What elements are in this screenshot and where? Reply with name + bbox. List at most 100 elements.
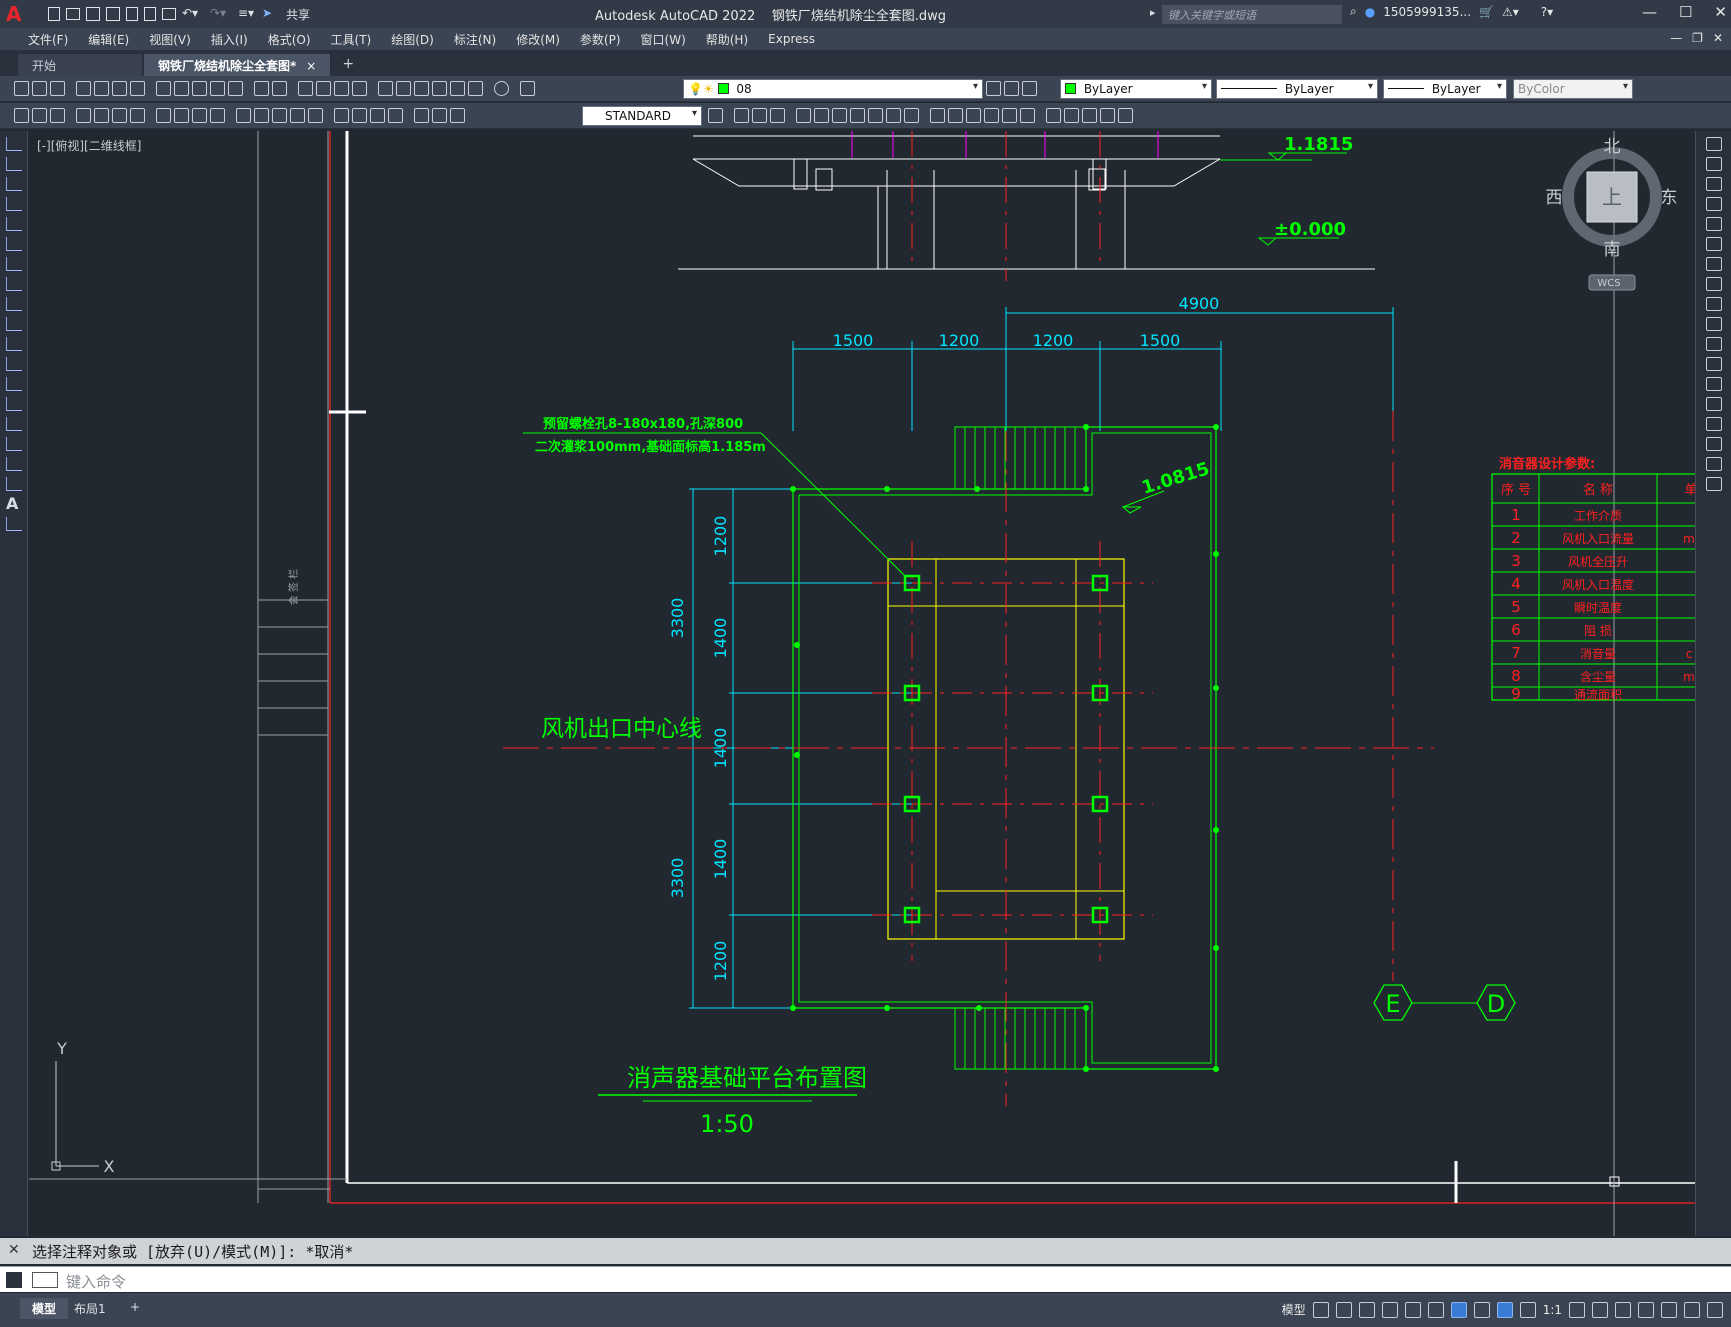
open-web-icon[interactable] [126, 7, 138, 21]
copy-tool-icon[interactable] [734, 108, 749, 123]
autocad-logo-icon[interactable]: A [6, 3, 28, 25]
hardware-acceleration-icon[interactable] [1661, 1301, 1677, 1318]
viewcube-east[interactable]: 东 [1661, 188, 1678, 208]
viewcube-top-label[interactable]: 上 [1602, 185, 1622, 209]
dim-text-edit-icon[interactable] [432, 108, 447, 123]
grid-icon[interactable] [1312, 1301, 1329, 1318]
dim-radius-icon[interactable] [156, 108, 171, 123]
r-trim-icon[interactable] [1706, 317, 1722, 331]
dim-ordinate-icon[interactable] [130, 108, 145, 123]
mirror-icon[interactable] [752, 108, 767, 123]
save-web-icon[interactable] [144, 7, 156, 21]
tab-model[interactable]: 模型 [20, 1298, 69, 1319]
arc-icon[interactable] [6, 237, 22, 251]
menu-dimension[interactable]: 标注(N) [444, 31, 506, 48]
dim-edit-icon[interactable] [414, 108, 429, 123]
markup-icon[interactable] [450, 81, 465, 96]
undo-icon[interactable]: ↶▾ [182, 6, 204, 22]
menu-modify[interactable]: 修改(M) [506, 31, 570, 48]
scale-icon[interactable] [850, 108, 865, 123]
doc-restore-icon[interactable]: ❐ [1692, 31, 1703, 45]
dim-style-icon[interactable] [708, 108, 723, 123]
gradient-tool-icon[interactable] [6, 437, 22, 451]
menu-draw[interactable]: 绘图(D) [381, 31, 444, 48]
ellipse-icon[interactable] [6, 317, 22, 331]
construction-line-icon[interactable] [6, 157, 22, 171]
quick-dim-icon[interactable] [236, 108, 251, 123]
tab-close-icon[interactable]: × [306, 59, 316, 73]
share-icon[interactable]: ➤ [262, 6, 280, 22]
cart-icon[interactable]: 🛒 [1479, 5, 1494, 19]
point-tool-icon[interactable] [6, 397, 22, 411]
ortho-icon[interactable] [1358, 1301, 1375, 1318]
menu-format[interactable]: 格式(O) [258, 31, 321, 48]
qdim-icon[interactable] [14, 108, 29, 123]
point-icon[interactable] [1082, 108, 1097, 123]
r-scale-icon[interactable] [1706, 277, 1722, 291]
stretch-icon[interactable] [868, 108, 883, 123]
isodraft-icon[interactable] [1404, 1301, 1421, 1318]
explode-icon[interactable] [1020, 108, 1035, 123]
insert-block-icon[interactable] [1046, 108, 1061, 123]
search-icon[interactable]: ⌕ [1350, 4, 1357, 19]
new-tab-button[interactable]: + [332, 52, 364, 76]
properties-icon[interactable] [378, 81, 393, 96]
qnew-icon[interactable] [14, 81, 29, 96]
rectangle-icon[interactable] [6, 217, 22, 231]
auto-scale-icon[interactable] [1519, 1301, 1536, 1318]
3d-print-icon[interactable] [130, 81, 145, 96]
match-properties-icon[interactable] [210, 81, 225, 96]
r-copy-icon[interactable] [1706, 157, 1722, 171]
maximize-icon[interactable]: ☐ [1679, 3, 1692, 21]
copy-icon[interactable] [174, 81, 189, 96]
block-editor-icon[interactable] [228, 81, 243, 96]
minimize-icon[interactable]: — [1642, 3, 1657, 21]
layer-dropdown[interactable]: 💡☀ 08 ▾ [683, 79, 983, 99]
textstyle-dropdown[interactable]: STANDARD ▾ [582, 106, 702, 126]
revcloud-icon[interactable] [6, 277, 22, 291]
hatch-icon[interactable] [1100, 108, 1115, 123]
dim-diameter-icon[interactable] [192, 108, 207, 123]
snap-icon[interactable] [1335, 1301, 1352, 1318]
save-as-icon[interactable] [106, 7, 120, 21]
user-name[interactable]: 1505999135... [1383, 5, 1471, 19]
zoom-previous-icon[interactable] [352, 81, 367, 96]
polyline-icon[interactable] [6, 177, 22, 191]
menu-parametric[interactable]: 参数(P) [570, 31, 631, 48]
extend-icon[interactable] [904, 108, 919, 123]
menu-view[interactable]: 视图(V) [139, 31, 201, 48]
mtext-icon[interactable]: A [6, 496, 22, 512]
menu-tools[interactable]: 工具(T) [321, 31, 382, 48]
hatch-tool-icon[interactable] [6, 417, 22, 431]
make-current-icon[interactable] [986, 81, 1001, 96]
open-file-icon[interactable] [66, 8, 80, 20]
help-tool-icon[interactable] [494, 81, 509, 96]
customize-wrench-icon[interactable] [6, 1272, 22, 1288]
command-input[interactable]: 键入命令 [66, 1271, 126, 1292]
polar-icon[interactable] [1381, 1301, 1398, 1318]
print-icon[interactable] [76, 81, 91, 96]
insert-icon[interactable] [6, 357, 22, 371]
r-join-icon[interactable] [1706, 397, 1722, 411]
r-stretch-icon[interactable] [1706, 297, 1722, 311]
tab-start[interactable]: 开始 [18, 54, 142, 76]
lineweight-dropdown[interactable]: ByLayer ▾ [1383, 79, 1507, 99]
undo-tool-icon[interactable] [254, 81, 269, 96]
r-extend-icon[interactable] [1706, 337, 1722, 351]
search-expand-icon[interactable]: ▸ [1150, 6, 1156, 19]
layer-iso-icon[interactable] [32, 108, 47, 123]
menu-window[interactable]: 窗口(W) [631, 31, 696, 48]
close-icon[interactable]: ✕ [1714, 3, 1727, 21]
zoom-window-icon[interactable] [334, 81, 349, 96]
r-offset-icon[interactable] [1706, 197, 1722, 211]
menu-help[interactable]: 帮助(H) [696, 31, 758, 48]
zoom-realtime-icon[interactable] [316, 81, 331, 96]
dim-arc-icon[interactable] [112, 108, 127, 123]
drawing-canvas[interactable]: [-][俯视][二维线框] 会 签 栏 1.1815 ±0.000 4900 1… [29, 131, 1695, 1236]
line-tool-icon[interactable] [6, 137, 22, 151]
dim-update-icon[interactable] [450, 108, 465, 123]
linetype-dropdown[interactable]: ByLayer ▾ [1216, 79, 1378, 99]
cut-icon[interactable] [156, 81, 171, 96]
redo-icon[interactable]: ↷▾ [210, 6, 232, 22]
help-icon[interactable]: ?▾ [1541, 5, 1553, 19]
